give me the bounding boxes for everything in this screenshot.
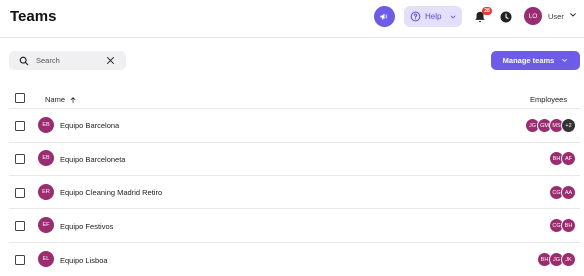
row-checkbox[interactable] <box>15 221 25 231</box>
row-divider <box>9 175 580 176</box>
chevron-down-icon <box>562 58 568 62</box>
clock-icon[interactable] <box>500 11 512 23</box>
team-name[interactable]: Equipo Barcelona <box>60 121 119 130</box>
sort-arrow-up-icon <box>70 96 76 103</box>
employee-avatars[interactable]: BH JG JK <box>537 252 576 267</box>
help-label: Help <box>425 12 442 21</box>
row-checkbox[interactable] <box>15 188 25 198</box>
announcements-button[interactable] <box>374 6 395 27</box>
row-divider <box>9 142 580 143</box>
chevron-down-icon <box>451 15 456 18</box>
team-name[interactable]: Equipo Barceloneta <box>60 155 125 164</box>
search-input[interactable] <box>36 56 96 65</box>
name-column-header[interactable]: Name <box>45 95 77 104</box>
employee-avatars[interactable]: JG GM MS +2 <box>525 118 576 133</box>
employee-avatars[interactable]: BH AF <box>549 151 576 166</box>
row-divider <box>9 242 580 243</box>
team-avatar: ER <box>38 184 54 200</box>
team-avatar: EF <box>38 217 54 233</box>
team-name[interactable]: Equipo Cleaning Madrid Retiro <box>60 188 162 197</box>
team-name[interactable]: Equipo Lisboa <box>60 256 108 265</box>
row-divider <box>9 108 580 109</box>
row-divider <box>9 208 580 209</box>
notification-count-badge: 28 <box>482 7 492 15</box>
employees-column-header: Employees <box>530 95 568 104</box>
row-checkbox[interactable] <box>15 121 25 131</box>
employee-avatars[interactable]: CG AA <box>549 185 576 200</box>
megaphone-icon <box>380 13 387 20</box>
question-circle-icon <box>410 11 421 22</box>
name-column-label: Name <box>45 95 66 104</box>
employee-avatar: BH <box>561 218 576 233</box>
team-avatar: EB <box>38 117 54 133</box>
employee-avatar: AF <box>561 151 576 166</box>
more-employees-count: +2 <box>561 118 576 133</box>
user-avatar[interactable]: LO <box>524 7 542 25</box>
clear-search-icon[interactable] <box>106 56 115 65</box>
help-button[interactable]: Help <box>404 6 462 27</box>
row-checkbox[interactable] <box>15 154 25 164</box>
search-field[interactable] <box>9 51 126 70</box>
employee-avatars[interactable]: CG BH <box>549 218 576 233</box>
user-menu-chevron-icon[interactable] <box>569 11 577 19</box>
team-avatar: EB <box>38 150 54 166</box>
team-avatar: EL <box>38 251 54 267</box>
row-checkbox[interactable] <box>15 255 25 265</box>
select-all-checkbox[interactable] <box>15 93 25 103</box>
top-bar: Teams Help 28 LO User <box>0 0 584 38</box>
search-icon <box>19 56 29 65</box>
team-name[interactable]: Equipo Festivos <box>60 222 113 231</box>
user-name[interactable]: User <box>548 12 564 21</box>
page-title: Teams <box>10 8 57 25</box>
manage-teams-button[interactable]: Manage teams <box>491 51 580 70</box>
manage-teams-label: Manage teams <box>502 56 555 65</box>
employee-avatar: JK <box>561 252 576 267</box>
employee-avatar: AA <box>561 185 576 200</box>
